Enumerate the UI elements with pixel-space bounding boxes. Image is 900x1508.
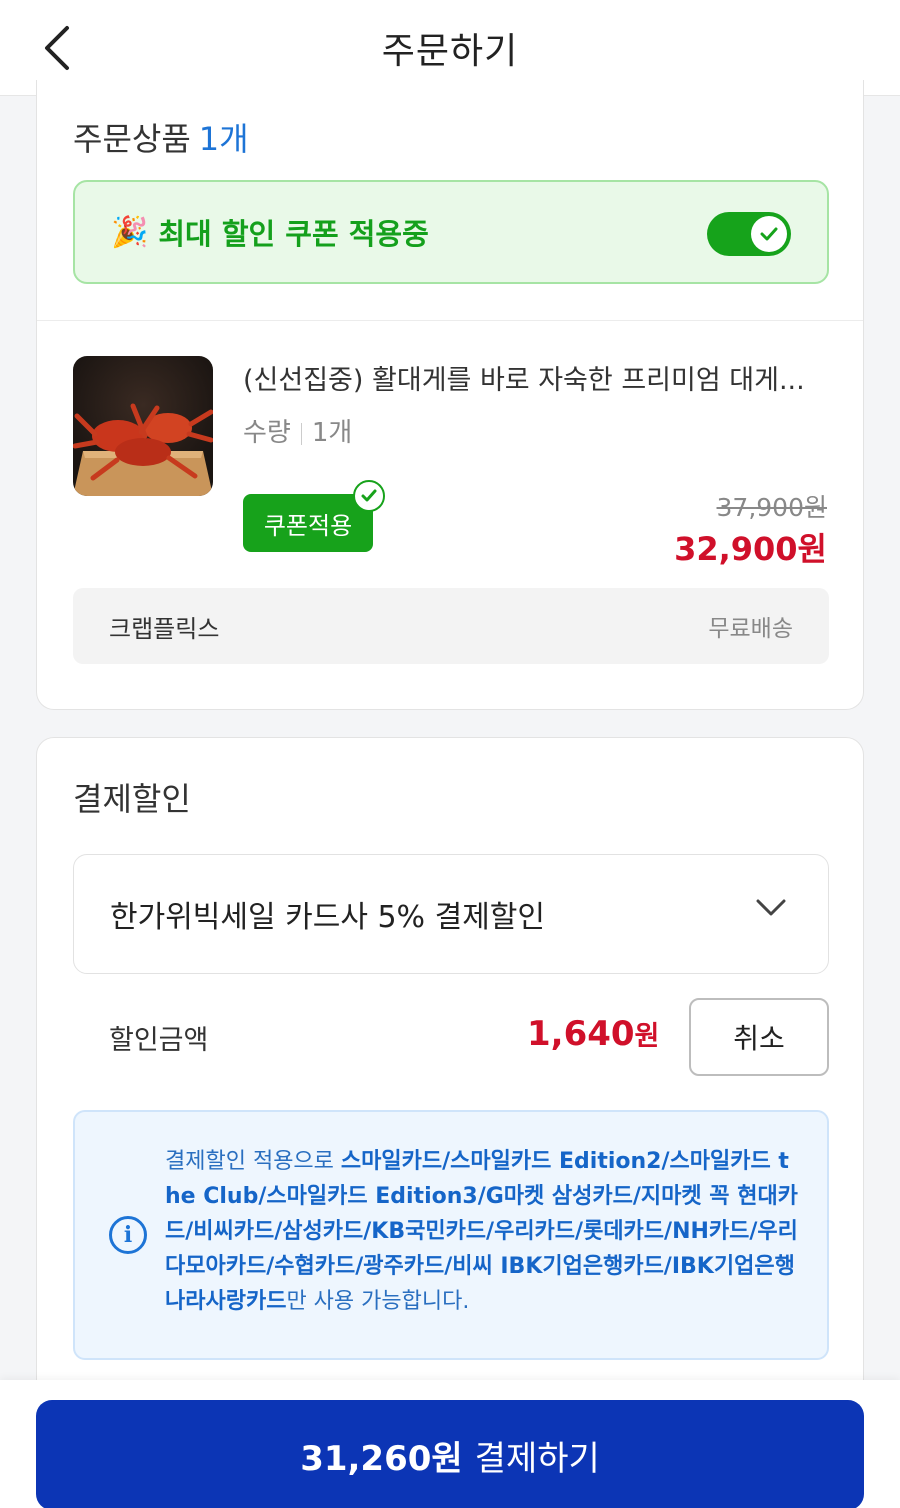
seller-name: 크랩플릭스 xyxy=(109,614,220,643)
quantity-value: 1개 xyxy=(311,418,353,448)
discount-select[interactable]: 한가위빅세일 카드사 5% 결제할인 xyxy=(73,854,829,974)
quantity-label: 수량 xyxy=(243,418,291,448)
order-title-text: 주문상품 xyxy=(73,120,191,158)
coupon-toggle[interactable] xyxy=(707,212,791,256)
check-icon xyxy=(760,227,778,241)
shipping-info: 무료배송 xyxy=(708,616,793,642)
discount-select-value: 한가위빅세일 카드사 5% 결제할인 xyxy=(110,900,546,935)
toggle-knob xyxy=(751,216,787,252)
sale-price: 32,900원 xyxy=(674,530,827,568)
order-count: 1개 xyxy=(198,120,249,158)
party-popper-icon: 🎉 xyxy=(111,214,149,250)
card-info-text: 결제할인 적용으로 스마일카드/스마일카드 Edition2/스마일카드 the… xyxy=(165,1144,801,1319)
quantity-separator xyxy=(300,422,302,445)
discount-amount: 1,640원 xyxy=(527,1014,659,1054)
order-products-card: 주문상품 1개 🎉 최대 할인 쿠폰 적용중 (신선집중) 활대게를 바로 자숙… xyxy=(36,80,864,710)
page-title: 주문하기 xyxy=(381,31,519,72)
info-prefix: 결제할인 적용으로 xyxy=(165,1149,341,1174)
quantity-row: 수량 1개 xyxy=(243,412,352,449)
product-name[interactable]: (신선집중) 활대게를 바로 자숙한 프리미엄 대게... xyxy=(243,358,833,397)
coupon-check-icon xyxy=(353,480,385,512)
product-thumbnail[interactable] xyxy=(73,356,213,496)
card-info-notice: i 결제할인 적용으로 스마일카드/스마일카드 Edition2/스마일카드 t… xyxy=(73,1110,829,1360)
pay-amount: 31,260원 xyxy=(300,1438,463,1479)
info-suffix: 만 사용 가능합니다. xyxy=(286,1289,470,1314)
discount-amount-value: 1,640 xyxy=(527,1014,635,1054)
order-section-title: 주문상품 1개 xyxy=(73,114,249,160)
discount-amount-unit: 원 xyxy=(634,1021,660,1052)
payment-discount-title: 결제할인 xyxy=(73,780,191,818)
chevron-down-icon xyxy=(756,899,786,916)
bottom-bar: 31,260원 결제하기 xyxy=(0,1380,900,1508)
coupon-banner-text: 최대 할인 쿠폰 적용중 xyxy=(158,217,429,251)
pay-label: 결제하기 xyxy=(474,1438,600,1479)
pay-button[interactable]: 31,260원 결제하기 xyxy=(36,1400,864,1508)
discount-amount-label: 할인금액 xyxy=(109,1025,209,1056)
crab-image xyxy=(73,403,213,496)
divider xyxy=(37,320,863,321)
seller-row: 크랩플릭스 무료배송 xyxy=(73,588,829,664)
original-price: 37,900원 xyxy=(716,493,827,522)
info-icon: i xyxy=(109,1216,147,1254)
max-coupon-banner: 🎉 최대 할인 쿠폰 적용중 xyxy=(73,180,829,284)
cancel-discount-button[interactable]: 취소 xyxy=(689,998,829,1076)
